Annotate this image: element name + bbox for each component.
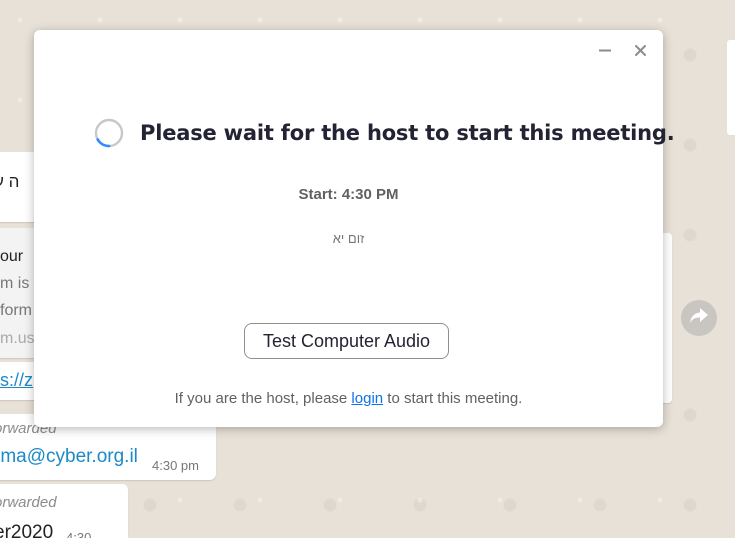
message-text: ה ע	[0, 172, 20, 191]
test-computer-audio-button[interactable]: Test Computer Audio	[244, 323, 449, 359]
host-login-note: If you are the host, please login to sta…	[34, 390, 663, 407]
dialog-title: Please wait for the host to start this m…	[140, 121, 675, 145]
forwarded-label: orwarded	[0, 494, 57, 511]
host-note-suffix: to start this meeting.	[383, 390, 523, 407]
close-icon	[634, 43, 646, 61]
preview-line: our	[0, 248, 24, 265]
chat-message-bubble	[727, 40, 735, 135]
dialog-header: Please wait for the host to start this m…	[94, 116, 675, 150]
login-link[interactable]: login	[351, 390, 383, 407]
close-button[interactable]	[630, 42, 650, 62]
preview-line: m is	[0, 275, 30, 292]
waiting-for-host-dialog: Please wait for the host to start this m…	[34, 30, 675, 427]
meeting-topic: זום יא	[332, 231, 365, 246]
meeting-start-time: Start: 4:30 PM	[298, 186, 399, 203]
preview-line: m.us	[0, 330, 35, 347]
loading-spinner-icon	[94, 118, 124, 148]
message-timestamp: 4:30 pm	[152, 458, 199, 473]
email-link[interactable]: rma@cyber.org.il	[0, 446, 138, 468]
preview-line: form	[0, 302, 32, 319]
forwarded-message-bubble: orwarded er2020 4:30	[0, 484, 128, 538]
share-forward-icon	[689, 307, 709, 330]
message-link[interactable]: s://z	[0, 370, 33, 391]
minimize-button[interactable]	[595, 42, 615, 62]
host-note-prefix: If you are the host, please	[174, 390, 352, 407]
forward-button[interactable]	[681, 300, 717, 336]
message-timestamp: 4:30	[66, 530, 92, 538]
minimize-icon	[599, 43, 611, 61]
message-text: er2020	[0, 522, 54, 538]
